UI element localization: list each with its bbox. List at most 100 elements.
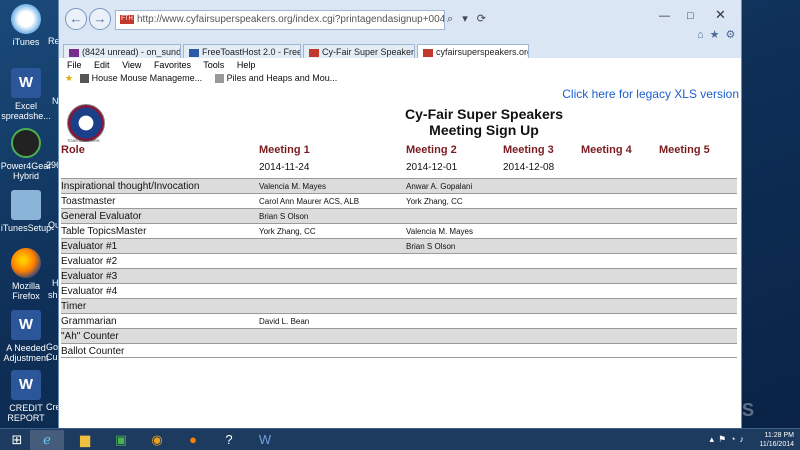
partial-icon-label: Go <box>46 342 59 352</box>
taskbar-help[interactable]: ? <box>212 430 246 450</box>
address-url: http://www.cyfairsuperspeakers.org/index… <box>137 14 445 25</box>
taskbar-store[interactable]: ▣ <box>104 430 138 450</box>
menu-favorites[interactable]: Favorites <box>154 60 191 70</box>
favorites-star-icon[interactable]: ★ <box>710 29 726 41</box>
signup-cell[interactable]: David L. Bean <box>259 317 309 326</box>
role-name: Evaluator #1 <box>61 241 118 252</box>
table-row: Evaluator #3 <box>61 268 737 283</box>
close-icon: ✕ <box>715 7 726 22</box>
favorite-link-house-mouse[interactable]: House Mouse Manageme... <box>79 73 202 84</box>
desktop-icon-power4gear[interactable]: Power4Gear Hybrid <box>0 128 52 181</box>
meeting-date: 2014-12-01 <box>406 162 458 173</box>
menu-edit[interactable]: Edit <box>94 60 110 70</box>
meeting-date: 2014-11-24 <box>259 162 310 173</box>
address-tools[interactable]: ⌕ ▾ ⟳ <box>447 12 489 26</box>
page-icon <box>214 74 224 84</box>
partial-icon-label: Cu <box>46 352 58 362</box>
signup-cell[interactable]: Carol Ann Maurer ACS, ALB <box>259 197 359 206</box>
forward-button[interactable]: → <box>89 8 111 30</box>
taskbar-chrome[interactable]: ◉ <box>140 430 174 450</box>
watermark: S <box>742 400 755 420</box>
meeting-header: Meeting 3 <box>503 144 554 156</box>
table-row: "Ah" Counter <box>61 328 737 343</box>
desktop-icon-excel[interactable]: W Excel spreadshe... <box>0 68 52 121</box>
site-icon <box>189 48 199 57</box>
role-name: Table TopicsMaster <box>61 226 147 237</box>
arrow-left-icon: ← <box>69 11 83 26</box>
installer-icon <box>11 190 41 220</box>
role-name: General Evaluator <box>61 211 142 222</box>
desktop-icon-adjustment[interactable]: W A Needed Adjustment <box>0 310 52 363</box>
power-gauge-icon <box>11 128 41 158</box>
desktop-icon-firefox[interactable]: Mozilla Firefox <box>0 248 52 301</box>
maximize-button[interactable]: □ <box>687 10 694 22</box>
table-row: Table TopicsMaster York Zhang, CC Valencia… <box>61 223 737 238</box>
flag-icon[interactable]: ⚑ <box>718 434 730 444</box>
signup-table: Role Meeting 1 Meeting 2 Meeting 3 Meeti… <box>61 144 737 358</box>
table-row: Grammarian David L. Bean <box>61 313 737 328</box>
signup-cell[interactable]: York Zhang, CC <box>259 227 316 236</box>
system-tray: ▴⚑◔♪ <box>709 434 748 445</box>
mail-icon <box>69 48 79 57</box>
meeting-header: Meeting 1 <box>259 144 310 156</box>
taskbar: ⊞ ℯ ▆ ▣ ◉ ● ? W ▴⚑◔♪ 11:28 PM 11/16/2014 <box>0 428 800 450</box>
role-name: Toastmaster <box>61 196 116 207</box>
taskbar-firefox[interactable]: ● <box>176 430 210 450</box>
chevron-up-icon[interactable]: ▴ <box>709 434 718 444</box>
gear-icon[interactable]: ⚙ <box>726 29 742 41</box>
address-bar[interactable]: FTH http://www.cyfairsuperspeakers.org/in… <box>115 10 445 30</box>
close-button[interactable]: ✕ <box>715 7 726 23</box>
minimize-button[interactable]: — <box>659 10 670 22</box>
legacy-xls-link[interactable]: Click here for legacy XLS version <box>562 87 739 101</box>
site-icon <box>309 48 319 57</box>
favorite-link-piles-heaps[interactable]: Piles and Heaps and Mou... <box>214 73 337 84</box>
menu-help[interactable]: Help <box>237 60 256 70</box>
taskbar-word[interactable]: W <box>248 430 282 450</box>
desktop-icon-credit-report[interactable]: W CREDIT REPORT <box>0 370 52 423</box>
favorites-bar: ★ House Mouse Manageme... Piles and Heap… <box>59 71 741 86</box>
menu-tools[interactable]: Tools <box>203 60 224 70</box>
role-header: Role <box>61 144 85 156</box>
minimize-icon: — <box>659 10 670 22</box>
menu-file[interactable]: File <box>67 60 82 70</box>
word-icon: W <box>258 432 272 447</box>
internet-explorer-icon: ℯ <box>43 432 51 447</box>
wifi-icon[interactable]: ◔ <box>730 434 739 444</box>
date-row: 2014-11-24 2014-12-01 2014-12-08 <box>61 158 737 178</box>
arrow-right-icon: → <box>93 11 107 26</box>
folder-icon: ▆ <box>80 432 90 447</box>
taskbar-file-explorer[interactable]: ▆ <box>68 430 102 450</box>
back-button[interactable]: ← <box>65 8 87 30</box>
browser-toolbar-icons[interactable]: ⌂★⚙ <box>697 28 741 41</box>
help-icon: ? <box>225 432 233 447</box>
meeting-header: Meeting 5 <box>659 144 710 156</box>
itunes-icon <box>11 4 41 34</box>
partial-icon-label: sh <box>48 290 58 300</box>
table-row: Ballot Counter <box>61 343 737 358</box>
table-row: Inspirational thought/Invocation Valencia… <box>61 178 737 193</box>
page-title: Cy-Fair Super Speakers Meeting Sign Up <box>359 106 609 138</box>
signup-cell[interactable]: Valencia M. Mayes <box>406 227 473 236</box>
start-button[interactable]: ⊞ <box>0 430 34 450</box>
meeting-header: Meeting 4 <box>581 144 632 156</box>
volume-icon[interactable]: ♪ <box>740 434 749 444</box>
signup-cell[interactable]: Brian S Olson <box>406 242 455 251</box>
menu-view[interactable]: View <box>122 60 141 70</box>
signup-cell[interactable]: Brian S Olson <box>259 212 308 221</box>
home-icon[interactable]: ⌂ <box>697 29 710 41</box>
desktop-icon-itunes[interactable]: iTunes <box>0 4 52 47</box>
table-row: Evaluator #4 <box>61 283 737 298</box>
menu-bar: File Edit View Favorites Tools Help <box>59 58 741 72</box>
clock[interactable]: 11:28 PM 11/16/2014 <box>759 431 794 449</box>
signup-cell[interactable]: Valencia M. Mayes <box>259 182 326 191</box>
desktop-icon-itunessetup[interactable]: iTunesSetup <box>0 190 52 233</box>
table-row: Timer <box>61 298 737 313</box>
clock-time: 11:28 PM <box>764 432 794 439</box>
favorites-star-icon[interactable]: ★ <box>65 73 73 83</box>
browser-window: ← → FTH http://www.cyfairsuperspeakers.or… <box>58 0 742 428</box>
signup-cell[interactable]: Anwar A. Gopalani <box>406 182 472 191</box>
signup-cell[interactable]: York Zhang, CC <box>406 197 463 206</box>
taskbar-internet-explorer[interactable]: ℯ <box>30 430 64 450</box>
role-name: Grammarian <box>61 316 117 327</box>
table-row: Evaluator #1 Brian S Olson <box>61 238 737 253</box>
